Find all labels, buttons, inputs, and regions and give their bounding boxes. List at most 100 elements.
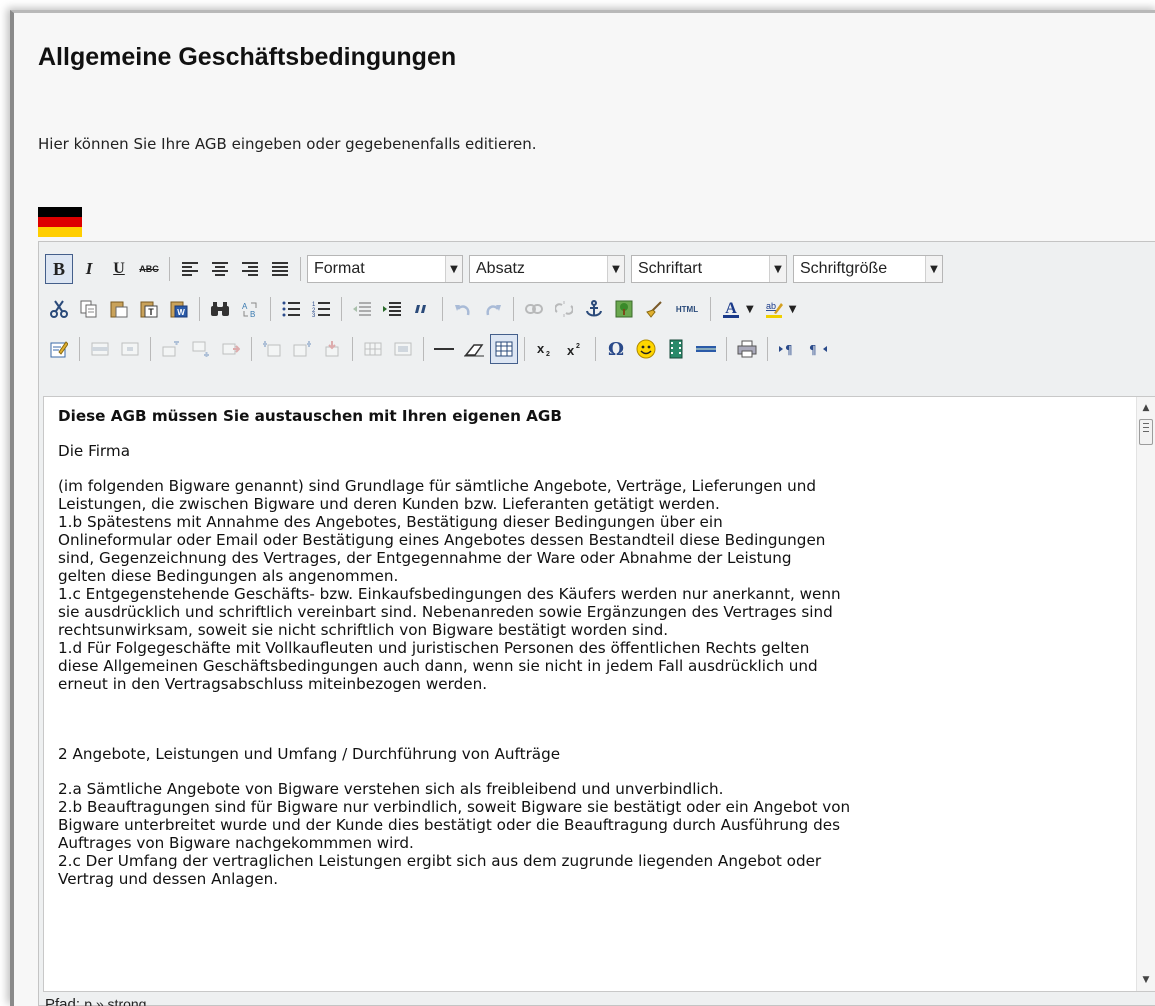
copy-button[interactable] [75,294,103,324]
paste-button[interactable] [105,294,133,324]
cut-button[interactable] [45,294,73,324]
svg-text:A: A [725,300,737,317]
remove-format-button[interactable] [460,334,488,364]
rtl-button[interactable]: ¶ [804,334,832,364]
edit-css-button[interactable] [45,334,73,364]
rich-text-editor: B I U ABC Format ▼ Absatz ▼ Schriftart ▼… [38,241,1155,1006]
blockquote-button[interactable] [408,294,436,324]
toolbar-row-3: x2 x2 Ω ¶ ¶ [45,332,834,366]
chevron-down-icon[interactable]: ▼ [746,304,754,315]
italic-button[interactable]: I [75,254,103,284]
outdent-button[interactable] [348,294,376,324]
redo-button[interactable] [479,294,507,324]
cleanup-button[interactable] [640,294,668,324]
bullet-list-button[interactable] [277,294,305,324]
insert-col-after-button[interactable] [288,334,316,364]
format-select-value: Format [314,260,365,277]
font-size-select[interactable]: Schriftgröße ▼ [793,255,943,283]
insert-row-after-button[interactable] [187,334,215,364]
separator [767,337,768,361]
align-center-button[interactable] [206,254,234,284]
highlight-color-button[interactable]: ab [760,294,788,324]
paste-word-button[interactable]: W [165,294,193,324]
align-left-button[interactable] [176,254,204,284]
separator [300,257,301,281]
row-after-icon [192,341,209,357]
col-before-icon [263,341,281,357]
indent-button[interactable] [378,294,406,324]
html-source-button[interactable]: HTML [670,294,704,324]
separator [199,297,200,321]
insert-media-button[interactable] [662,334,690,364]
delete-row-button[interactable] [217,334,245,364]
scrollbar-thumb[interactable] [1139,419,1153,445]
underline-button[interactable]: U [105,254,133,284]
link-button[interactable] [520,294,548,324]
paragraph-select[interactable]: Absatz ▼ [469,255,625,283]
special-char-button[interactable]: Ω [602,334,630,364]
table-row-props-button[interactable] [86,334,114,364]
superscript-button[interactable]: x2 [561,334,589,364]
delete-col-button[interactable] [318,334,346,364]
rtl-icon: ¶ [809,343,827,356]
insert-col-before-button[interactable] [258,334,286,364]
undo-icon [455,305,470,316]
pagebreak-icon [696,346,716,352]
print-button[interactable] [733,334,761,364]
germany-flag-icon[interactable] [38,207,82,237]
broom-icon [646,301,662,318]
separator [251,337,252,361]
svg-text:T: T [148,307,154,317]
numbered-list-button[interactable]: 123 [307,294,335,324]
merge-cells-button[interactable] [389,334,417,364]
unlink-button[interactable] [550,294,578,324]
pagebreak-button[interactable] [692,334,720,364]
path-label: Pfad: [45,996,81,1006]
text-color-icon: A [723,300,739,318]
font-family-select[interactable]: Schriftart ▼ [631,255,787,283]
bold-button[interactable]: B [45,254,73,284]
align-right-button[interactable] [236,254,264,284]
emotion-button[interactable] [632,334,660,364]
separator [710,297,711,321]
merge-cells-icon [394,342,412,356]
content-paragraph: 2 Angebote, Leistungen und Umfang / Durc… [58,745,561,763]
subscript-button[interactable]: x2 [531,334,559,364]
replace-button[interactable]: AB [236,294,264,324]
insert-row-before-button[interactable] [157,334,185,364]
table-cell-icon [121,342,139,356]
table-cell-props-button[interactable] [116,334,144,364]
paste-text-button[interactable]: T [135,294,163,324]
highlight-icon: ab [765,301,783,318]
separator [270,297,271,321]
insert-image-button[interactable] [610,294,638,324]
html-label: HTML [675,304,699,314]
scroll-up-arrow-icon[interactable]: ▲ [1137,399,1155,417]
text-color-button[interactable]: A [717,294,745,324]
split-cells-icon [364,342,382,356]
link-icon [525,304,543,314]
separator [169,257,170,281]
split-cells-button[interactable] [359,334,387,364]
align-justify-button[interactable] [266,254,294,284]
vertical-scrollbar[interactable]: ▲ ▼ [1136,397,1155,991]
undo-button[interactable] [449,294,477,324]
editor-content-area[interactable]: Diese AGB müssen Sie austauschen mit Ihr… [43,396,1155,992]
quote-icon [415,305,426,313]
anchor-button[interactable] [580,294,608,324]
indent-icon [383,302,401,316]
ltr-button[interactable]: ¶ [774,334,802,364]
anchor-icon [586,300,602,317]
row-before-icon [162,341,179,357]
paste-word-icon: W [170,301,188,318]
strikethrough-button[interactable]: ABC [135,254,163,284]
visual-aid-button[interactable] [490,334,518,364]
horizontal-rule-button[interactable] [430,334,458,364]
col-after-icon [293,341,311,357]
scroll-down-arrow-icon[interactable]: ▼ [1137,971,1155,989]
find-button[interactable] [206,294,234,324]
element-path[interactable]: p » strong [84,996,146,1006]
chevron-down-icon[interactable]: ▼ [789,304,797,315]
format-select[interactable]: Format ▼ [307,255,463,283]
svg-text:x: x [537,341,545,356]
